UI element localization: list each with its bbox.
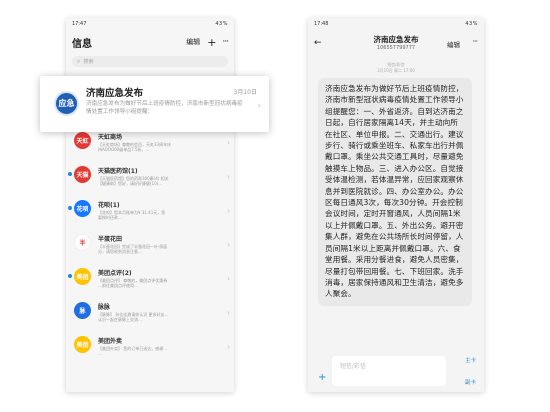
edit-button[interactable]: 编辑 xyxy=(447,39,460,49)
status-bar: 17:47 43% xyxy=(66,18,234,30)
chevron-right-icon: › xyxy=(227,207,230,215)
avatar: 应急 xyxy=(54,91,79,116)
message-meta: 短信/彩信 3月10日 周二 17:00 xyxy=(308,62,484,74)
conversation-name: 济南应急发布 xyxy=(86,88,144,99)
search-placeholder: 搜索 xyxy=(83,59,94,65)
status-battery: 43% xyxy=(215,21,228,27)
send-sim2-button[interactable]: 副卡 xyxy=(465,378,476,386)
send-sim1-button[interactable]: 主卡 xyxy=(465,356,476,364)
conversation-preview-line2: 认识一起在脉脉上交流… xyxy=(98,317,142,323)
message-input[interactable]: 短信/彩信 xyxy=(332,356,446,386)
conversation-preview-line2: 持AOOO00级单品7.5折，… xyxy=(98,147,150,153)
conversation-preview-line2: 【健康助】您好，请好好康健(10)… xyxy=(98,181,163,187)
list-item[interactable]: 美团 美团外卖 【美团外卖】 您的订单已送达，感谢…… › xyxy=(66,333,234,367)
avatar: 半 xyxy=(74,234,91,251)
list-item[interactable]: 天虹 天虹商场 【天虹商场】尊敬的会员，天虹33周年庆 持AOOO00级单品7.5折，… xyxy=(66,129,234,163)
message-list-screen: 17:47 43% 信息 编辑 + ··· ⌕ 搜索 ›天虹天虹商场【天虹商场】… xyxy=(66,18,234,392)
conversation-name: 花呗(1) xyxy=(98,202,120,209)
list-item[interactable]: 脉脉脉 【脉脉】 孙佳佳邀请你认识 更多好友… 认识一起在脉脉上交流… › xyxy=(66,299,234,333)
list-item[interactable]: 半半蛋花田 【半蛋花田】完成了半蛋花田一叶·佩面 分，请您收到消息注意… › xyxy=(66,231,234,265)
avatar: 美团 xyxy=(74,268,91,285)
avatar: 花呗 xyxy=(74,200,91,217)
conversation-screen: 17:48 43% ← 济南应急发布 106557799777 编辑 ··· 短… xyxy=(308,18,484,392)
conversation-preview-line2: 分，请您收到消息注意… xyxy=(98,249,142,255)
more-button[interactable]: ··· xyxy=(472,37,478,46)
avatar: 美团 xyxy=(74,336,91,353)
conversation-preview-line2: …前往美团点评使用… xyxy=(98,283,138,289)
attach-plus-icon[interactable]: + xyxy=(318,372,326,383)
conversation-header: ← 济南应急发布 106557799777 编辑 ··· xyxy=(308,30,484,60)
status-time: 17:47 xyxy=(72,21,87,27)
chevron-right-icon: › xyxy=(227,139,230,147)
screenshot-stage: 17:47 43% 信息 编辑 + ··· ⌕ 搜索 ›天虹天虹商场【天虹商场】… xyxy=(0,0,550,412)
page-title: 信息 xyxy=(72,38,92,50)
list-item[interactable]: 美团 美团点评(2) 【美团点评】 尊敬的，美团点评优惠券 …前往美团点评使用… › xyxy=(66,265,234,299)
chevron-right-icon: › xyxy=(257,101,261,110)
status-time: 17:48 xyxy=(314,21,329,27)
unread-dot xyxy=(68,274,72,278)
chevron-right-icon: › xyxy=(227,275,230,283)
unread-dot xyxy=(68,172,72,176)
avatar: 脉 xyxy=(74,302,91,319)
conversation-card-highlight[interactable]: 应急 济南应急发布 3月10日 济南应急发布为做好节后上班疫情防控，济南市新型冠… xyxy=(40,76,269,132)
new-message-button[interactable]: + xyxy=(207,37,216,48)
conversation-name: 美团点评(2) xyxy=(98,270,132,277)
message-bubble: 济南应急发布为做好节后上班疫情防控，济南市新型冠状病毒疫情处置工作领导小组提醒您… xyxy=(318,78,472,306)
conversation-name: 脉脉 xyxy=(98,304,111,311)
search-input[interactable]: ⌕ 搜索 xyxy=(72,56,228,67)
list-header: 信息 编辑 + ··· xyxy=(66,30,234,54)
unread-dot xyxy=(68,206,72,210)
avatar: 天猫 xyxy=(74,166,91,183)
conversation-preview: 济南应急发布为做好节后上班疫情防控，济南市新型冠状病毒疫情处置工作领导小组提醒： xyxy=(86,101,243,115)
chevron-right-icon: › xyxy=(227,343,230,351)
status-battery: 43% xyxy=(465,21,478,27)
compose-bar: + 短信/彩信 主卡 副卡 xyxy=(308,350,484,392)
conversation-name: 天猫医药馆(1) xyxy=(98,168,138,175)
chevron-right-icon: › xyxy=(227,241,230,249)
message-timestamp: 3月10日 周二 17:00 xyxy=(377,68,415,73)
chevron-right-icon: › xyxy=(227,173,230,181)
message-input-placeholder: 短信/彩信 xyxy=(340,363,367,370)
search-icon: ⌕ xyxy=(77,57,81,65)
edit-button[interactable]: 编辑 xyxy=(186,37,200,47)
conversation-name: 半蛋花田 xyxy=(98,236,123,243)
status-bar: 17:48 43% xyxy=(308,18,484,30)
chevron-right-icon: › xyxy=(227,309,230,317)
conversation-date: 3月10日 xyxy=(233,89,257,96)
avatar: 天虹 xyxy=(74,132,91,149)
conversation-preview-line2: 要按时还款… xyxy=(98,215,122,221)
conversation-name: 美团外卖 xyxy=(98,338,123,345)
list-item[interactable]: 花呗 花呗(1) 【花呗】您本月账单为¥ 31.41元，您 要按时还款… › xyxy=(66,197,234,231)
more-button[interactable]: ··· xyxy=(222,37,229,47)
list-item[interactable]: 天猫 天猫医药馆(1) 【天猫医药馆】您的药款300康(4) 相关 【健康助】您好，请… xyxy=(66,163,234,197)
conversation-preview-line2: … xyxy=(98,351,102,357)
